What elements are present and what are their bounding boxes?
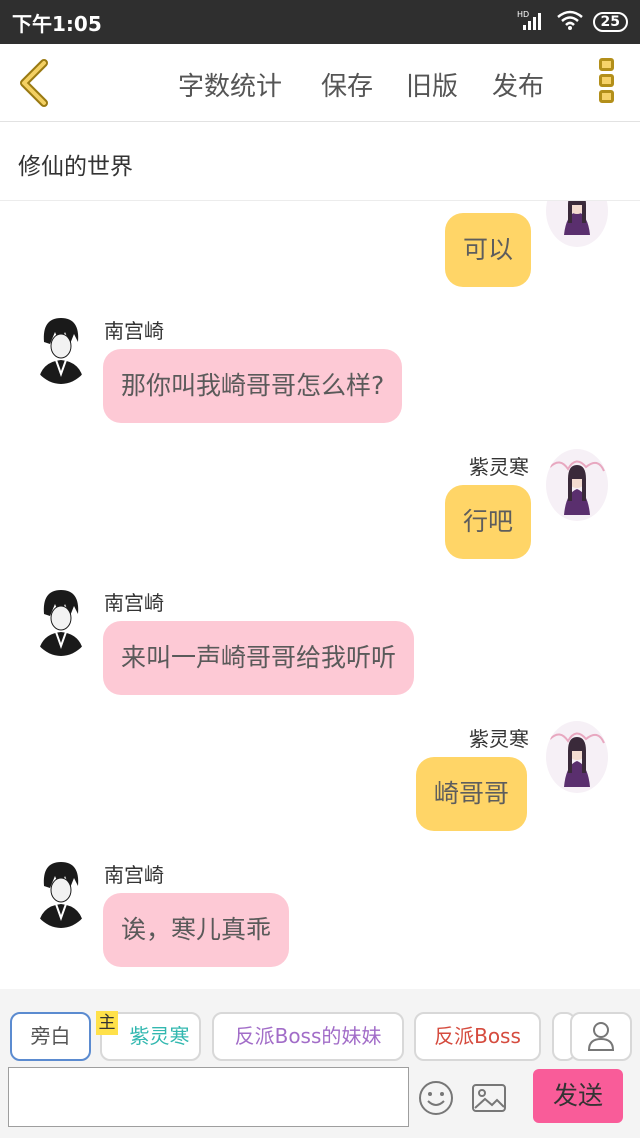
message-bubble-left[interactable]: 那你叫我崎哥哥怎么样? (103, 349, 403, 423)
network-label: HD (517, 10, 529, 19)
wifi-icon (556, 10, 583, 34)
top-toolbar: 字数统计 保存 旧版 发布 (0, 44, 640, 122)
role-chip-narration[interactable]: 旁白 (10, 1012, 91, 1061)
image-icon[interactable] (470, 1079, 508, 1117)
status-icons: HD 25 (517, 9, 628, 35)
user-icon (587, 1022, 615, 1051)
message-bubble-left[interactable]: 诶，寒儿真乖 (103, 893, 290, 967)
chevron-left-icon (20, 59, 48, 107)
avatar-nangongqi[interactable] (30, 584, 92, 656)
message-bubble-right[interactable]: 行吧 (445, 485, 532, 559)
speaker-name: 南宫崎 (104, 319, 164, 343)
publish-menu[interactable]: 发布 (492, 66, 544, 103)
signal-icon: HD (517, 9, 547, 35)
message-bubble-right[interactable]: 可以 (445, 213, 532, 287)
save-menu[interactable]: 保存 (321, 66, 373, 103)
avatar-zilinghan[interactable] (546, 721, 608, 793)
speaker-name: 紫灵寒 (469, 727, 529, 751)
status-time: 下午1:05 (12, 11, 102, 36)
chat-area[interactable]: 可以 南宫崎 那你叫我崎哥哥怎么样? 紫灵寒 行吧 南宫崎 来叫一声崎哥哥给我听… (0, 201, 640, 989)
avatar-zilinghan[interactable] (546, 449, 608, 521)
emoji-icon[interactable] (417, 1079, 455, 1117)
compose-bar: 旁白 紫灵寒 主 反派Boss的妹妹 反派Boss 发送 (0, 989, 640, 1138)
old-version-menu[interactable]: 旧版 (406, 66, 458, 103)
speaker-name: 南宫崎 (104, 863, 164, 887)
avatar-zilinghan[interactable] (546, 201, 608, 247)
back-button[interactable] (14, 58, 58, 108)
main-role-badge: 主 (96, 1011, 118, 1035)
status-bar: 下午1:05 HD 25 (0, 0, 640, 44)
battery-indicator: 25 (592, 12, 628, 32)
chat-editor-screen: 下午1:05 HD 25 字数统计 保存 旧版 发布 修仙的世界 可以 南宫崎 … (0, 0, 640, 1138)
message-input[interactable] (8, 1067, 409, 1127)
more-vertical-icon[interactable] (592, 58, 620, 110)
send-button[interactable]: 发送 (533, 1069, 623, 1123)
story-title-row[interactable]: 修仙的世界 (0, 123, 640, 201)
word-count-menu[interactable]: 字数统计 (178, 66, 282, 103)
story-title: 修仙的世界 (18, 154, 133, 180)
speaker-name: 南宫崎 (104, 591, 164, 615)
avatar-nangongqi[interactable] (30, 856, 92, 928)
message-bubble-left[interactable]: 来叫一声崎哥哥给我听听 (103, 621, 415, 695)
message-bubble-right[interactable]: 崎哥哥 (416, 757, 528, 831)
add-role-button[interactable] (570, 1012, 632, 1061)
role-chip-boss[interactable]: 反派Boss (414, 1012, 541, 1061)
avatar-nangongqi[interactable] (30, 312, 92, 384)
speaker-name: 紫灵寒 (469, 455, 529, 479)
role-chip-boss-sister[interactable]: 反派Boss的妹妹 (212, 1012, 404, 1061)
